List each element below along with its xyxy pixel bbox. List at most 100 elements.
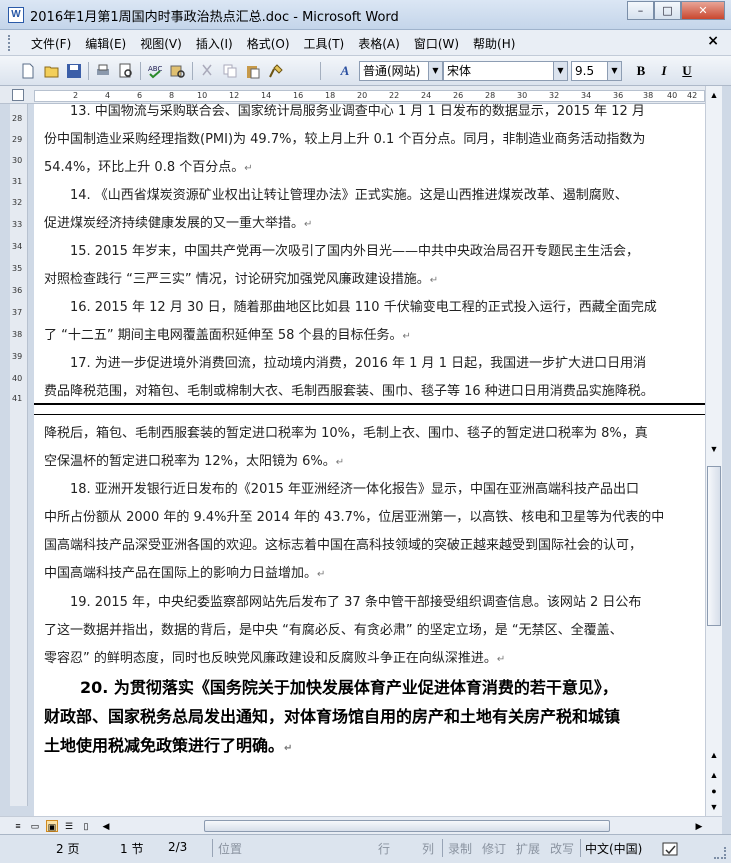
status-language[interactable]: 中文(中国) <box>585 840 642 857</box>
horizontal-scroll-thumb[interactable] <box>204 820 610 832</box>
status-extend[interactable]: 扩展 <box>516 840 540 857</box>
status-record[interactable]: 录制 <box>448 840 472 857</box>
document-pane-bottom[interactable]: 降税后，箱包、毛制西服套装的暂定进口税率为 10%，毛制上衣、围巾、毯子的暂定进… <box>34 414 705 816</box>
text-line: 对照检查践行 “三严三实” 情况，讨论研究加强党风廉政建设措施。 <box>44 272 430 287</box>
ruler-tick: 29 <box>12 135 23 144</box>
font-combobox[interactable]: 宋体 ▼ <box>443 61 568 81</box>
horizontal-scrollbar[interactable]: ≡ ▭ ▣ ☰ ▯ ◀ ▶ <box>0 816 722 834</box>
outline-view-icon[interactable]: ☰ <box>63 820 75 832</box>
tab-selector[interactable] <box>12 89 24 101</box>
menu-tools[interactable]: 工具(T) <box>297 35 352 52</box>
menu-insert[interactable]: 插入(I) <box>189 35 240 52</box>
scroll-up-icon[interactable]: ▲ <box>708 750 720 762</box>
style-value: 普通(网站) <box>363 64 421 78</box>
text-line: 18. 亚洲开发银行近日发布的《2015 年亚洲经济一体化报告》显示，中国在亚洲… <box>70 482 640 497</box>
text-line: 土地使用税减免政策进行了明确。 <box>44 736 285 755</box>
menu-table[interactable]: 表格(A) <box>351 35 407 52</box>
chevron-down-icon[interactable]: ▼ <box>553 62 567 80</box>
italic-button[interactable]: I <box>654 62 674 80</box>
ruler-tick: 34 <box>581 91 592 100</box>
print-layout-icon[interactable]: ▣ <box>46 820 58 832</box>
document-canvas[interactable]: 13. 中国物流与采购联合会、国家统计局服务业调查中心 1 月 1 日发布的数据… <box>34 104 705 816</box>
status-divider <box>580 839 581 857</box>
close-button[interactable]: ✕ <box>681 1 725 20</box>
paragraph-19: 19. 2015 年，中央纪委监察部网站先后发布了 37 条中管干部接受组织调查… <box>44 589 684 674</box>
ruler-tick: 28 <box>485 91 496 100</box>
format-painter-icon[interactable] <box>268 63 284 79</box>
status-overtype[interactable]: 改写 <box>550 840 574 857</box>
status-position: 位置 <box>218 842 243 856</box>
reading-layout-icon[interactable]: ▯ <box>80 820 92 832</box>
normal-view-icon[interactable]: ≡ <box>12 820 24 832</box>
style-combobox[interactable]: 普通(网站) ▼ <box>359 61 443 81</box>
copy-icon[interactable] <box>222 63 238 79</box>
save-icon[interactable] <box>66 63 82 79</box>
ruler-tick: 34 <box>12 242 23 251</box>
scroll-left-icon[interactable]: ◀ <box>100 820 112 832</box>
new-document-icon[interactable] <box>20 63 36 79</box>
text-line: 财政部、国家税务总局发出通知，对体育场馆自用的房产和土地有关房产税和城镇 <box>44 707 621 726</box>
previous-page-icon[interactable]: ▲ <box>708 770 720 782</box>
status-bar: 2 页 1 节 2/3 位置 行 列 录制 修订 扩展 改写 中文(中国) <box>0 834 731 863</box>
minimize-button[interactable]: – <box>627 1 654 20</box>
status-line: 行 <box>378 842 391 856</box>
text-line: 零容忍” 的鲜明态度，同时也反映党风廉政建设和反腐败斗争正在向纵深推进。 <box>44 651 497 666</box>
ruler-tick: 16 <box>293 91 304 100</box>
word-app-icon[interactable]: W <box>8 7 24 23</box>
print-preview-icon[interactable] <box>118 63 134 79</box>
bold-button[interactable]: B <box>631 62 651 80</box>
menu-window[interactable]: 窗口(W) <box>407 35 466 52</box>
paragraph-17-continued: 降税后，箱包、毛制西服套装的暂定进口税率为 10%，毛制上衣、围巾、毯子的暂定进… <box>44 420 684 477</box>
menu-grip-handle[interactable] <box>8 35 12 51</box>
print-icon[interactable] <box>95 63 111 79</box>
next-page-icon[interactable]: ▼ <box>708 802 720 814</box>
spelling-status-icon[interactable] <box>662 842 680 856</box>
cut-icon[interactable] <box>199 63 215 79</box>
toolbar-separator <box>192 62 193 80</box>
ruler-tick: 22 <box>389 91 400 100</box>
chevron-down-icon[interactable]: ▼ <box>428 62 442 80</box>
scroll-down-icon[interactable]: ▼ <box>708 444 720 456</box>
ruler-tick: 10 <box>197 91 208 100</box>
browse-object-icon[interactable]: ● <box>708 786 720 798</box>
ruler-tick: 18 <box>325 91 336 100</box>
document-pane-top[interactable]: 13. 中国物流与采购联合会、国家统计局服务业调查中心 1 月 1 日发布的数据… <box>34 104 705 404</box>
spelling-check-icon[interactable]: ABC <box>147 63 163 79</box>
scroll-thumb[interactable] <box>707 466 721 626</box>
status-page: 2 页 <box>56 842 80 856</box>
web-layout-icon[interactable]: ▭ <box>29 820 41 832</box>
text-line: 15. 2015 年岁末，中国共产党再一次吸引了国内外目光——中共中央政治局召开… <box>70 244 640 259</box>
menu-help[interactable]: 帮助(H) <box>466 35 522 52</box>
ruler-tick: 32 <box>12 198 23 207</box>
horizontal-ruler[interactable]: 2 4 6 8 10 12 14 16 18 20 22 24 26 28 30… <box>0 86 705 104</box>
chevron-down-icon[interactable]: ▼ <box>607 62 621 80</box>
ruler-tick: 32 <box>549 91 560 100</box>
vertical-ruler[interactable]: 28 29 30 31 32 33 34 35 36 37 38 39 40 4… <box>10 104 28 806</box>
underline-button[interactable]: U <box>677 62 697 80</box>
status-revise[interactable]: 修订 <box>482 840 506 857</box>
ruler-tick: 41 <box>12 394 23 403</box>
scroll-up-icon[interactable]: ▲ <box>708 90 720 102</box>
scroll-right-icon[interactable]: ▶ <box>693 820 705 832</box>
text-line: 13. 中国物流与采购联合会、国家统计局服务业调查中心 1 月 1 日发布的数据… <box>70 104 645 119</box>
menu-edit[interactable]: 编辑(E) <box>78 35 133 52</box>
font-size-combobox[interactable]: 9.5 ▼ <box>571 61 622 81</box>
ruler-tick: 38 <box>643 91 654 100</box>
paste-icon[interactable] <box>245 63 261 79</box>
text-line: 国高端科技产品深受亚洲各国的欢迎。这标志着中国在高科技领域的突破正越来越受到国际… <box>44 538 643 553</box>
document-close-icon[interactable]: × <box>707 33 719 49</box>
menu-view[interactable]: 视图(V) <box>133 35 189 52</box>
status-divider <box>442 839 443 857</box>
menu-format[interactable]: 格式(O) <box>240 35 297 52</box>
ruler-tick: 30 <box>12 156 23 165</box>
menu-file[interactable]: 文件(F) <box>24 35 78 52</box>
restore-button[interactable]: □ <box>654 1 681 20</box>
open-folder-icon[interactable] <box>44 63 60 79</box>
research-icon[interactable] <box>170 63 186 79</box>
status-section: 1 节 <box>120 842 144 856</box>
ruler-tick: 28 <box>12 114 23 123</box>
styles-icon[interactable]: A <box>335 62 355 80</box>
vertical-scrollbar[interactable]: ▲ ▼ ▲ ▲ ● ▼ <box>705 86 722 816</box>
toolbar-separator <box>320 62 321 80</box>
resize-grip[interactable] <box>714 847 726 859</box>
